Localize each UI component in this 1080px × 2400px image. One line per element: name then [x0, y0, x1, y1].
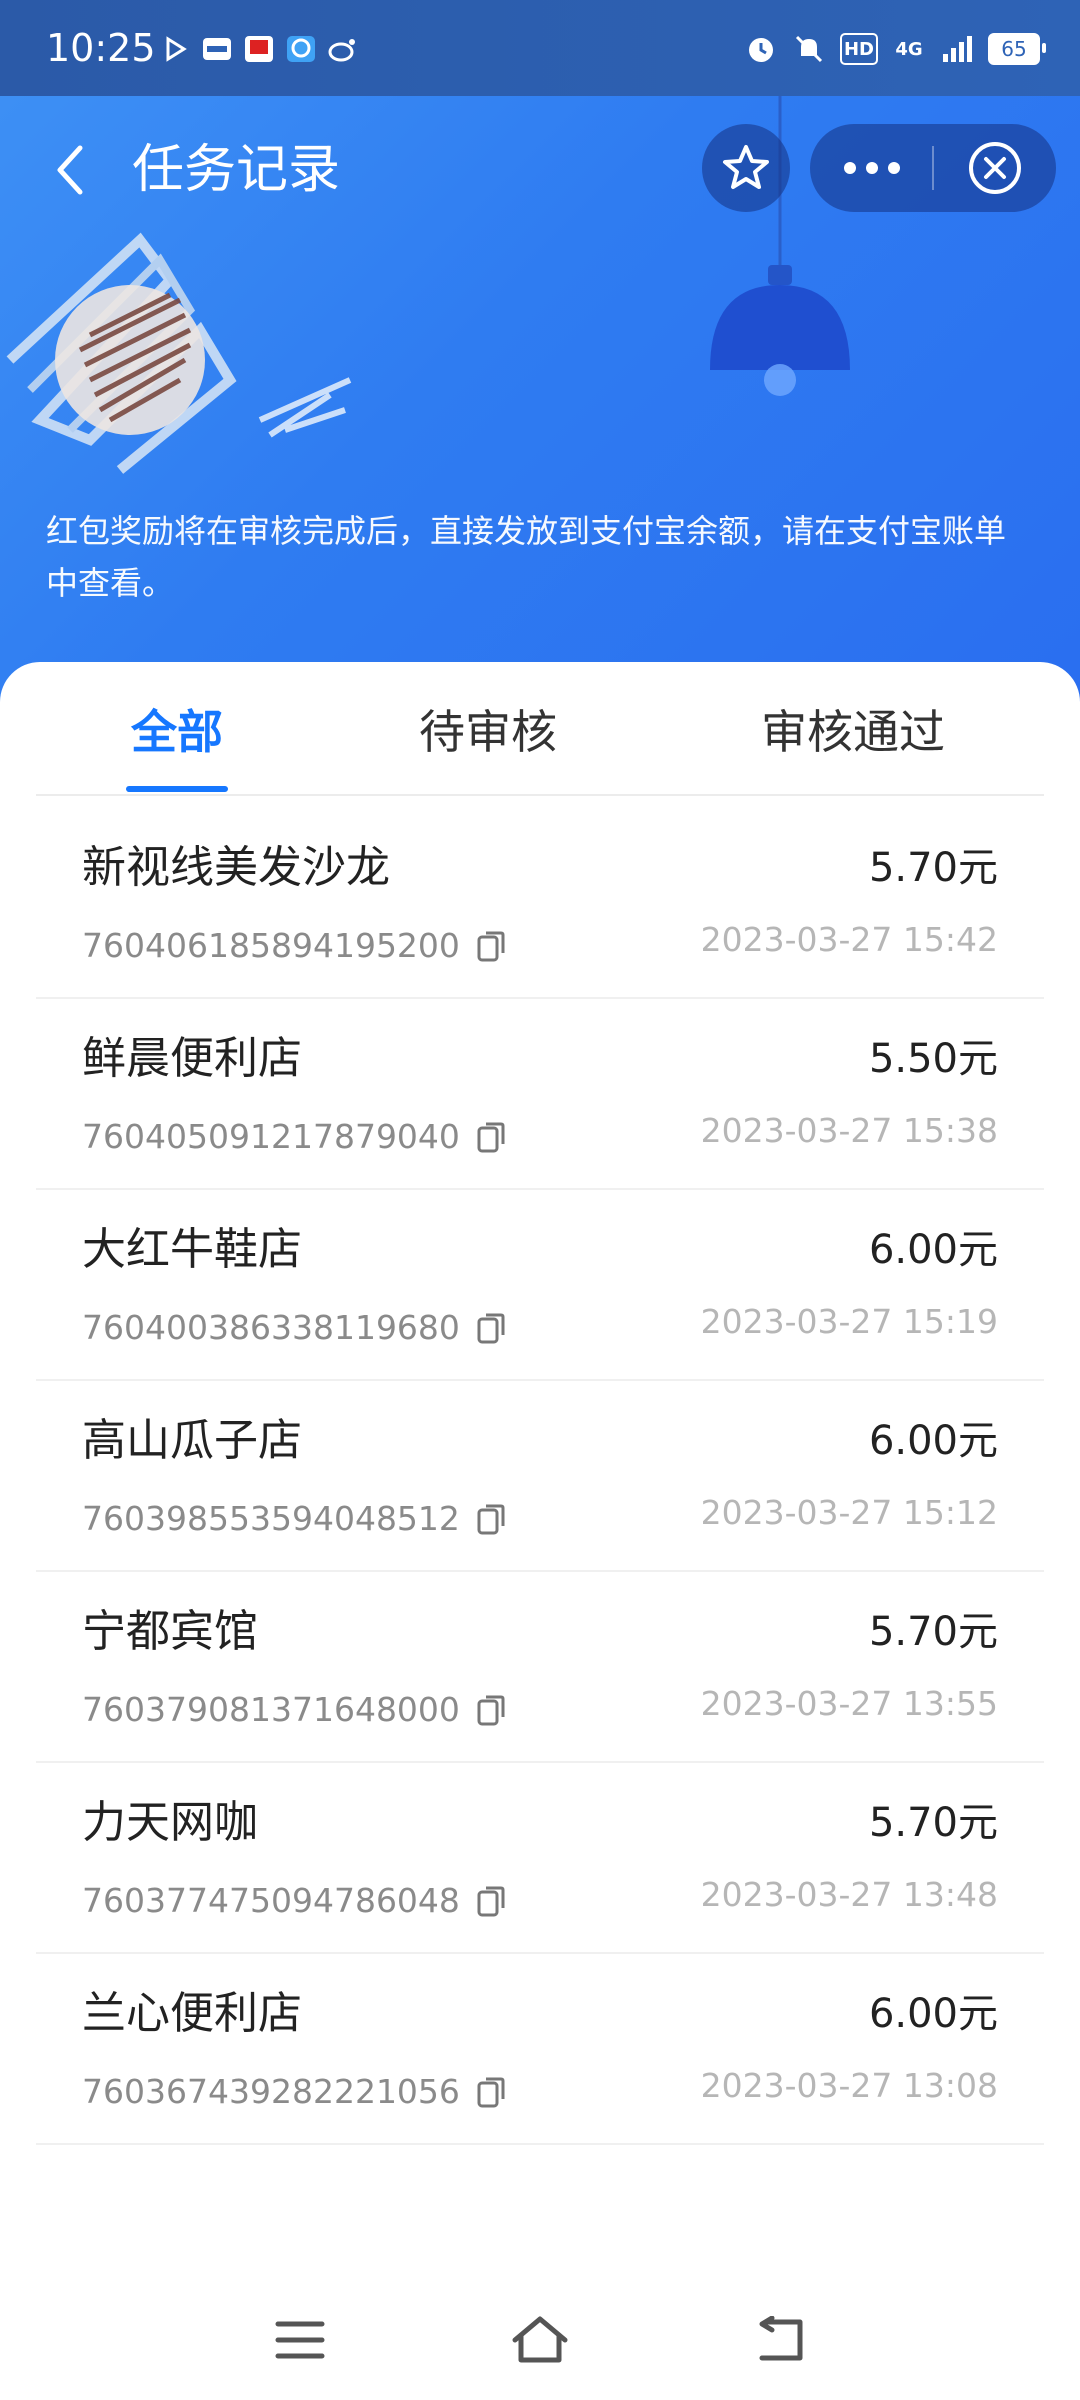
youku-icon	[203, 38, 231, 60]
alarm-icon	[749, 38, 773, 62]
tab-pending-review[interactable]: 待审核	[408, 702, 568, 762]
records-card: 全部 待审核 审核通过 新视线美发沙龙 760406185894195200 5…	[0, 662, 1080, 2400]
favorite-button[interactable]	[702, 124, 790, 212]
reward-amount: 5.50元	[868, 1036, 998, 1082]
list-item[interactable]: 新视线美发沙龙 760406185894195200 5.70元 2023-03…	[36, 808, 1044, 999]
record-id-group: 760379081371648000	[82, 1690, 506, 1729]
record-id: 760379081371648000	[82, 1690, 460, 1729]
copy-icon[interactable]	[476, 1311, 506, 1345]
chevron-left-icon	[57, 145, 83, 195]
star-icon	[723, 145, 769, 189]
eleme-icon	[287, 36, 315, 62]
network-type: 4G	[895, 38, 923, 60]
header-banner: 10:25 HD 4G 65 任务记录 红包奖励将在审核完成后，直接发放到支付宝…	[0, 0, 1080, 720]
record-id: 760398553594048512	[82, 1499, 460, 1538]
record-time: 2023-03-27 15:42	[700, 920, 998, 959]
list-item[interactable]: 兰心便利店 760367439282221056 6.00元 2023-03-2…	[36, 1954, 1044, 2145]
store-name: 高山瓜子店	[82, 1415, 302, 1466]
close-button[interactable]	[934, 124, 1056, 212]
close-circle-icon	[969, 142, 1021, 194]
mute-bell-icon	[795, 35, 823, 63]
filter-tabs: 全部 待审核 审核通过	[36, 662, 1044, 796]
home-icon	[512, 2316, 568, 2363]
page-title: 任务记录	[132, 140, 341, 200]
reward-notice: 红包奖励将在审核完成后，直接发放到支付宝余额，请在支付宝账单中查看。	[46, 512, 1007, 602]
reward-amount: 5.70元	[868, 1800, 998, 1846]
store-name: 兰心便利店	[82, 1988, 302, 2039]
store-name: 大红牛鞋店	[82, 1224, 302, 1275]
record-id-group: 760405091217879040	[82, 1117, 506, 1156]
list-item[interactable]: 大红牛鞋店 760400386338119680 6.00元 2023-03-2…	[36, 1190, 1044, 1381]
store-name: 力天网咖	[82, 1797, 258, 1848]
back-nav-button[interactable]	[745, 2310, 815, 2370]
menu-lines-icon	[275, 2321, 325, 2359]
copy-icon[interactable]	[476, 1502, 506, 1536]
record-list: 新视线美发沙龙 760406185894195200 5.70元 2023-03…	[36, 808, 1044, 2145]
scribble-decoration	[6, 232, 352, 474]
menu-button[interactable]	[265, 2310, 335, 2370]
record-id-group: 760377475094786048	[82, 1881, 506, 1920]
store-name: 鲜晨便利店	[82, 1033, 302, 1084]
battery-indicator: 65	[988, 33, 1046, 65]
record-time: 2023-03-27 15:19	[700, 1302, 998, 1341]
tab-approved[interactable]: 审核通过	[748, 702, 958, 762]
record-id: 760406185894195200	[82, 926, 460, 965]
hd-badge: HD	[840, 33, 878, 65]
store-name: 新视线美发沙龙	[82, 842, 390, 893]
reward-amount: 6.00元	[868, 1227, 998, 1273]
reward-amount: 5.70元	[868, 1609, 998, 1655]
reward-amount: 6.00元	[868, 1418, 998, 1464]
record-time: 2023-03-27 13:55	[700, 1684, 998, 1723]
reward-amount: 6.00元	[868, 1991, 998, 2037]
record-id: 760377475094786048	[82, 1881, 460, 1920]
store-name: 宁都宾馆	[82, 1606, 258, 1657]
weibo-icon	[328, 39, 355, 62]
record-id-group: 760398553594048512	[82, 1499, 506, 1538]
signal-icon	[943, 36, 972, 62]
record-time: 2023-03-27 13:48	[700, 1875, 998, 1914]
miniapp-capsule	[810, 124, 1056, 212]
copy-icon[interactable]	[476, 1120, 506, 1154]
active-tab-indicator	[126, 786, 228, 792]
record-id-group: 760400386338119680	[82, 1308, 506, 1347]
record-time: 2023-03-27 13:08	[700, 2066, 998, 2105]
record-time: 2023-03-27 15:38	[700, 1111, 998, 1150]
reward-amount: 5.70元	[868, 845, 998, 891]
status-indicators: HD 4G 65	[744, 32, 1046, 66]
status-app-icons	[160, 34, 358, 64]
record-id: 760367439282221056	[82, 2072, 460, 2111]
record-id: 760400386338119680	[82, 1308, 460, 1347]
play-icon	[166, 36, 187, 62]
record-id: 760405091217879040	[82, 1117, 460, 1156]
copy-icon[interactable]	[476, 1884, 506, 1918]
list-item[interactable]: 宁都宾馆 760379081371648000 5.70元 2023-03-27…	[36, 1572, 1044, 1763]
back-arrow-icon	[759, 2316, 803, 2361]
system-navigation-bar	[0, 2270, 1080, 2400]
more-dots-icon	[843, 162, 900, 174]
list-item[interactable]: 高山瓜子店 760398553594048512 6.00元 2023-03-2…	[36, 1381, 1044, 1572]
more-button[interactable]	[810, 124, 933, 212]
copy-icon[interactable]	[476, 929, 506, 963]
copy-icon[interactable]	[476, 2075, 506, 2109]
tab-all[interactable]: 全部	[126, 702, 228, 762]
back-button[interactable]	[40, 130, 100, 210]
status-bar: 10:25 HD 4G 65	[0, 0, 1080, 96]
record-id-group: 760406185894195200	[82, 926, 506, 965]
list-item[interactable]: 鲜晨便利店 760405091217879040 5.50元 2023-03-2…	[36, 999, 1044, 1190]
status-time: 10:25	[46, 26, 156, 70]
list-item[interactable]: 力天网咖 760377475094786048 5.70元 2023-03-27…	[36, 1763, 1044, 1954]
record-time: 2023-03-27 15:12	[700, 1493, 998, 1532]
copy-icon[interactable]	[476, 1693, 506, 1727]
home-button[interactable]	[505, 2310, 575, 2370]
kfc-icon	[245, 36, 273, 62]
record-id-group: 760367439282221056	[82, 2072, 506, 2111]
